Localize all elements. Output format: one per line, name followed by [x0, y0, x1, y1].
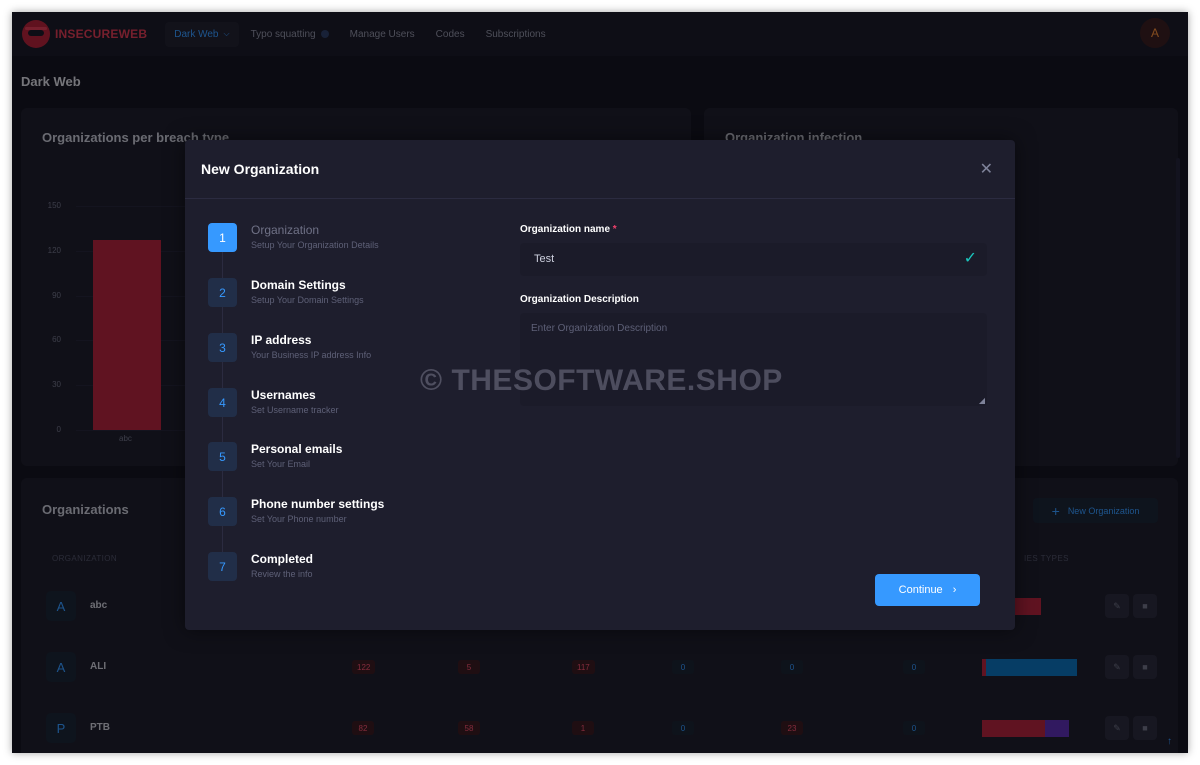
step-title: Usernames — [251, 388, 316, 402]
step-subtitle: Setup Your Organization Details — [251, 240, 379, 250]
organization-name-label-text: Organization name — [520, 224, 611, 235]
step-subtitle: Setup Your Domain Settings — [251, 295, 364, 305]
organization-description-label: Organization Description — [520, 294, 639, 305]
app-window: INSECUREWEB Dark Web ⌵ Typo squatting Ma… — [12, 12, 1188, 753]
organization-name-value: Test — [534, 253, 555, 265]
step-subtitle: Set Your Email — [251, 459, 311, 469]
step-domain-settings[interactable]: 2 Domain Settings Setup Your Domain Sett… — [208, 278, 488, 333]
step-number: 2 — [208, 278, 237, 307]
organization-name-label: Organization name * — [520, 224, 617, 235]
step-title: IP address — [251, 333, 312, 347]
step-subtitle: Set Username tracker — [251, 405, 339, 415]
chevron-right-icon: › — [952, 584, 957, 596]
step-title: Personal emails — [251, 442, 343, 456]
step-connector — [222, 471, 223, 497]
step-title: Completed — [251, 552, 314, 566]
step-subtitle: Set Your Phone number — [251, 514, 347, 524]
continue-label: Continue — [898, 584, 943, 596]
step-connector — [222, 307, 223, 333]
resize-handle-icon[interactable]: ◢ — [979, 396, 985, 405]
modal-header: New Organization ✕ — [185, 140, 1015, 199]
required-mark: * — [612, 224, 617, 235]
check-icon: ✓ — [963, 250, 977, 267]
step-organization[interactable]: 1 Organization Setup Your Organization D… — [208, 223, 488, 278]
step-number: 1 — [208, 223, 237, 252]
step-number: 7 — [208, 552, 237, 581]
organization-name-input[interactable]: Test ✓ — [520, 243, 987, 276]
step-subtitle: Your Business IP address Info — [251, 350, 372, 360]
step-connector — [222, 362, 223, 388]
step-number: 6 — [208, 497, 237, 526]
step-phone-number-settings[interactable]: 6 Phone number settings Set Your Phone n… — [208, 497, 488, 552]
watermark: © THESOFTWARE.SHOP — [420, 364, 783, 397]
step-number: 3 — [208, 333, 237, 362]
modal-title: New Organization — [201, 161, 320, 177]
step-number: 4 — [208, 388, 237, 417]
close-icon[interactable]: ✕ — [980, 159, 993, 179]
step-title: Organization — [251, 223, 320, 237]
step-connector — [222, 252, 223, 278]
step-connector — [222, 417, 223, 443]
step-completed[interactable]: 7 Completed Review the info — [208, 552, 488, 592]
step-title: Domain Settings — [251, 278, 346, 292]
step-title: Phone number settings — [251, 497, 385, 511]
organization-description-placeholder: Enter Organization Description — [531, 323, 668, 334]
continue-button[interactable]: Continue › — [875, 574, 980, 606]
step-number: 5 — [208, 442, 237, 471]
step-personal-emails[interactable]: 5 Personal emails Set Your Email — [208, 442, 488, 497]
step-connector — [222, 526, 223, 552]
step-subtitle: Review the info — [251, 569, 313, 579]
